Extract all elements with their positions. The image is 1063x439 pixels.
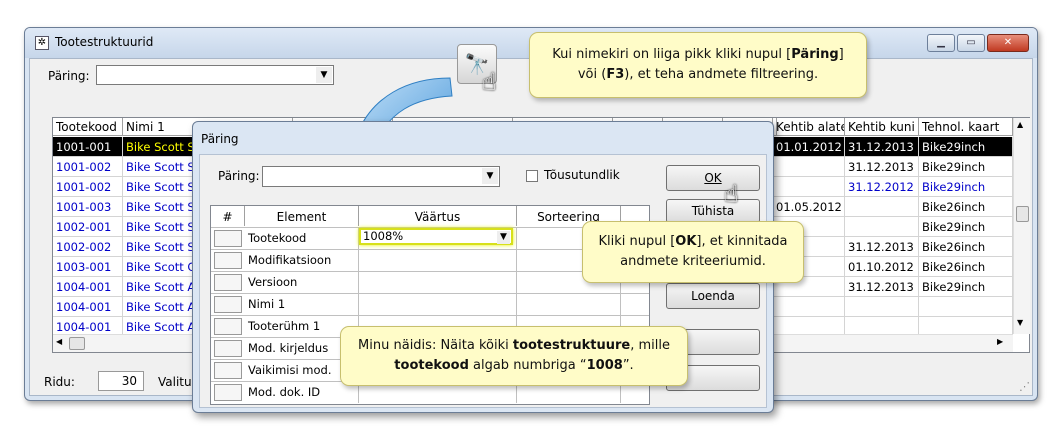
cell-kaart[interactable] bbox=[919, 297, 1013, 317]
minimize-button[interactable]: ▁ bbox=[927, 34, 955, 52]
cell-kuni[interactable]: 31.12.2013 bbox=[845, 277, 919, 297]
cell-kaart[interactable]: Bike29inch bbox=[919, 277, 1013, 297]
paring-label: Päring: bbox=[48, 69, 90, 83]
cell-kood[interactable]: 1001-002 bbox=[53, 177, 123, 197]
value-input-text: 1008% bbox=[363, 229, 404, 243]
row-header[interactable] bbox=[214, 362, 242, 379]
sort-cell[interactable] bbox=[517, 294, 621, 315]
vertical-scrollbar[interactable]: ▲ ▼ bbox=[1013, 118, 1030, 334]
cell-alates[interactable]: 01.05.2012 bbox=[773, 197, 845, 217]
ascending-checkbox[interactable] bbox=[526, 170, 538, 182]
cell-alates[interactable] bbox=[773, 297, 845, 317]
row-header[interactable] bbox=[214, 230, 242, 247]
scroll-left-icon[interactable]: ◀ bbox=[56, 337, 62, 346]
col-header-value: Väärtus bbox=[359, 206, 517, 226]
list-button[interactable]: Loenda bbox=[666, 283, 760, 309]
col-header-tootekood[interactable]: Tootekood bbox=[53, 118, 123, 136]
cell-kuni[interactable]: 31.12.2012 bbox=[845, 177, 919, 197]
cell-kood[interactable]: 1004-001 bbox=[53, 297, 123, 317]
element-cell: Nimi 1 bbox=[245, 294, 359, 315]
row-header[interactable] bbox=[214, 252, 242, 269]
element-cell: Versioon bbox=[245, 272, 359, 293]
callout-ok-hint: Kliki nupul [OK], et kinnitada andmete k… bbox=[582, 221, 804, 283]
cell-kood[interactable]: 1001-002 bbox=[53, 157, 123, 177]
cell-alates[interactable] bbox=[773, 177, 845, 197]
resize-grip-icon[interactable]: ⋰ bbox=[1019, 380, 1030, 393]
cell-kaart[interactable]: Bike29inch bbox=[919, 137, 1013, 157]
cell-kuni[interactable] bbox=[845, 217, 919, 237]
col-header-tehnol-kaart[interactable]: Tehnol. kaart bbox=[919, 118, 1013, 136]
cell-kood[interactable]: 1002-002 bbox=[53, 237, 123, 257]
chevron-down-icon[interactable]: ▼ bbox=[497, 231, 510, 244]
ascending-label: Tõusutundlik bbox=[544, 168, 620, 182]
cell-kood[interactable]: 1002-001 bbox=[53, 217, 123, 237]
cell-kuni[interactable]: 31.12.2013 bbox=[845, 237, 919, 257]
cell-kood[interactable]: 1001-003 bbox=[53, 197, 123, 217]
app-icon[interactable]: ✲ bbox=[35, 36, 49, 50]
row-header[interactable] bbox=[214, 296, 242, 313]
row-header[interactable] bbox=[214, 274, 242, 291]
col-header-kehtib-alates[interactable]: Kehtib alates bbox=[773, 118, 845, 136]
criteria-row[interactable]: Nimi 1 bbox=[211, 293, 649, 315]
value-cell[interactable] bbox=[359, 294, 517, 315]
callout-example-hint: Minu näidis: Näita kõiki tootestruktuure… bbox=[340, 326, 688, 386]
cell-kood[interactable]: 1003-001 bbox=[53, 257, 123, 277]
scroll-up-icon[interactable]: ▲ bbox=[1017, 120, 1023, 129]
close-button[interactable]: ✕ bbox=[987, 34, 1029, 52]
scroll-right-icon[interactable]: ▶ bbox=[997, 337, 1003, 346]
scroll-thumb[interactable] bbox=[69, 337, 85, 350]
scroll-thumb[interactable] bbox=[1016, 206, 1029, 222]
cell-kuni[interactable] bbox=[845, 297, 919, 317]
row-header[interactable] bbox=[214, 340, 242, 357]
element-cell: Tootekood bbox=[245, 228, 359, 249]
cell-kaart[interactable]: Bike26inch bbox=[919, 257, 1013, 277]
hand-pointer-icon: ☝ bbox=[724, 180, 739, 208]
cell-kuni[interactable]: 31.12.2013 bbox=[845, 157, 919, 177]
ok-button[interactable]: OK bbox=[666, 165, 760, 191]
value-input[interactable]: 1008% ▼ bbox=[359, 228, 513, 245]
cell-kaart[interactable]: Bike29inch bbox=[919, 177, 1013, 197]
cell-kaart[interactable]: Bike26inch bbox=[919, 197, 1013, 217]
element-cell: Mod. dok. ID bbox=[245, 382, 359, 403]
dialog-paring-label: Päring: bbox=[218, 169, 260, 183]
value-cell[interactable] bbox=[359, 272, 517, 293]
cell-kaart[interactable]: Bike29inch bbox=[919, 157, 1013, 177]
chevron-down-icon[interactable]: ▼ bbox=[482, 168, 498, 184]
scroll-down-icon[interactable]: ▼ bbox=[1017, 318, 1023, 327]
cell-kood[interactable]: 1004-001 bbox=[53, 277, 123, 297]
paring-dropdown[interactable]: ▼ bbox=[96, 65, 334, 85]
dialog-title: Päring bbox=[201, 132, 239, 146]
window-title: Tootestruktuurid bbox=[55, 35, 154, 49]
col-header-element: Element bbox=[245, 206, 359, 226]
element-cell: Modifikatsioon bbox=[245, 250, 359, 271]
row-header[interactable] bbox=[214, 384, 242, 401]
hand-pointer-icon: ☝ bbox=[482, 68, 497, 96]
clear-button[interactable]: Tühista bbox=[666, 199, 760, 223]
cell-alates[interactable]: 01.01.2012 bbox=[773, 137, 845, 157]
rows-label: Ridu: bbox=[44, 375, 75, 389]
rows-count: 30 bbox=[98, 371, 144, 391]
cell-kuni[interactable]: 31.12.2013 bbox=[845, 137, 919, 157]
row-header[interactable] bbox=[214, 318, 242, 335]
cell-kuni[interactable] bbox=[845, 197, 919, 217]
value-cell[interactable] bbox=[359, 250, 517, 271]
dialog-paring-dropdown[interactable]: ▼ bbox=[262, 166, 500, 187]
cell-kaart[interactable]: Bike29inch bbox=[919, 217, 1013, 237]
cell-kood[interactable]: 1001-001 bbox=[53, 137, 123, 157]
col-header-number: # bbox=[211, 206, 245, 226]
cell-alates[interactable] bbox=[773, 157, 845, 177]
maximize-button[interactable]: ▭ bbox=[957, 34, 985, 52]
callout-paring-hint: Kui nimekiri on liiga pikk kliki nupul [… bbox=[529, 32, 867, 98]
cell-kaart[interactable]: Bike26inch bbox=[919, 237, 1013, 257]
col-header-kehtib-kuni[interactable]: Kehtib kuni bbox=[845, 118, 919, 136]
cell-kuni[interactable]: 01.10.2012 bbox=[845, 257, 919, 277]
